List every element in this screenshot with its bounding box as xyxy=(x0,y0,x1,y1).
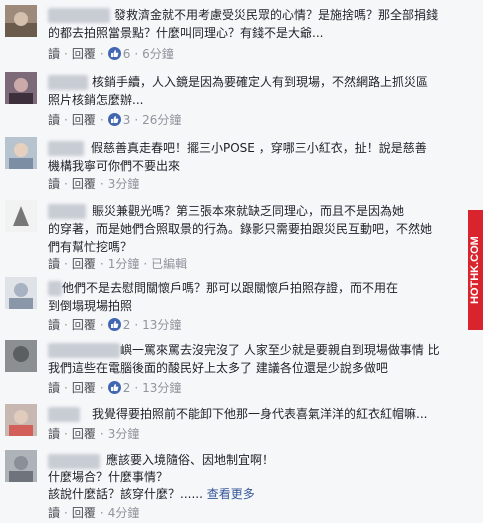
timestamp[interactable]: 13分鐘 xyxy=(142,380,181,396)
commenter-name-blurred[interactable] xyxy=(48,8,110,23)
like-link[interactable]: 讀 xyxy=(48,317,60,333)
comment-meta: 讀 · 回覆 · 6 · 6分鐘 xyxy=(48,46,174,62)
comment-2: 核銷手續，人入鏡是因為要確定人有到現場，不然網路上抓災區 照片核銷怎麼辦... … xyxy=(0,68,468,132)
comment-meta: 讀 · 回覆 · 1分鐘 · 已編輯 xyxy=(48,256,188,272)
see-more-link[interactable]: 查看更多 xyxy=(207,487,255,501)
commenter-name-blurred[interactable] xyxy=(48,204,86,219)
comment-text-line: 照片核銷怎麼辦... xyxy=(48,93,144,107)
comment-text-line: 我們這些在電腦後面的酸民好上太多了 建議各位還是少說多做吧 xyxy=(48,361,388,375)
like-link[interactable]: 讀 xyxy=(48,505,60,521)
comment-3: 假慈善真走春吧！擺三小POSE ，穿哪三小紅衣，扯！說是慈善 機構我寧可你們不要… xyxy=(0,132,468,194)
timestamp[interactable]: 3分鐘 xyxy=(108,426,140,442)
comment-text-line: 發救濟金就不用考慮受災民眾的心情？是施捨嗎？那全部捐錢 xyxy=(114,8,439,22)
avatar[interactable] xyxy=(5,277,37,309)
timestamp[interactable]: 1分鐘 xyxy=(108,256,140,272)
reply-link[interactable]: 回覆 xyxy=(72,426,96,442)
comment-text-line: 該說什麼話？該穿什麼？...... 查看更多 xyxy=(48,485,255,503)
commenter-name-blurred[interactable] xyxy=(48,141,84,156)
timestamp[interactable]: 4分鐘 xyxy=(108,505,140,521)
like-link[interactable]: 讀 xyxy=(48,176,60,192)
reply-link[interactable]: 回覆 xyxy=(72,256,96,272)
like-count[interactable]: 2 xyxy=(123,317,131,333)
comment-meta: 讀 · 回覆 · 2 · 13分鐘 xyxy=(48,380,182,396)
comment-text-line: 到倒塌現場拍照 xyxy=(48,299,133,313)
like-count[interactable]: 3 xyxy=(123,112,131,128)
comment-meta: 讀 · 回覆 · 3分鐘 xyxy=(48,176,140,192)
avatar[interactable] xyxy=(5,72,37,104)
like-link[interactable]: 讀 xyxy=(48,46,60,62)
commenter-name-blurred[interactable] xyxy=(48,343,120,358)
avatar[interactable] xyxy=(5,450,37,482)
like-link[interactable]: 讀 xyxy=(48,426,60,442)
like-link[interactable]: 讀 xyxy=(48,380,60,396)
watermark-text: HOTHK.COM xyxy=(469,236,481,304)
comment-4: 賑災兼觀光嗎？第三張本來就缺乏同理心，而且不是因為她 的穿著，而是她們合照取景的… xyxy=(0,194,468,272)
timestamp[interactable]: 13分鐘 xyxy=(142,317,181,333)
comment-text-segment: 該說什麼話？該穿什麼？...... xyxy=(48,487,203,501)
commenter-name-blurred[interactable] xyxy=(48,454,100,469)
thumbs-up-icon xyxy=(107,113,121,126)
comment-text-line: 什麼場合？什麼事情？ xyxy=(48,470,169,484)
watermark-banner: HOTHK.COM xyxy=(468,210,483,330)
like-link[interactable]: 讀 xyxy=(48,112,60,128)
comment-text-line: 他們不是去慰問關懷戶嗎？那可以跟關懷戶拍照存證，而不用在 xyxy=(62,281,399,295)
comment-text-line: 我覺得要拍照前不能卸下他那一身代表喜氣洋洋的紅衣紅帽嘛... xyxy=(92,407,428,421)
comment-text-line: 應該要入境隨俗、因地制宜啊！ xyxy=(106,453,275,467)
avatar[interactable] xyxy=(5,340,37,372)
comment-text-line: 的都去拍照當景點？什麼叫同理心？有錢不是大爺... xyxy=(48,26,324,40)
avatar[interactable] xyxy=(5,5,37,37)
timestamp[interactable]: 3分鐘 xyxy=(108,176,140,192)
comment-5: 他們不是去慰問關懷戶嗎？那可以跟關懷戶拍照存證，而不用在 到倒塌現場拍照 讀 · 回… xyxy=(0,272,468,336)
comment-8: 應該要入境隨俗、因地制宜啊！ 什麼場合？什麼事情？ 該說什麼話？該穿什麼？...… xyxy=(0,446,468,523)
like-count[interactable]: 2 xyxy=(123,380,131,396)
like-link[interactable]: 讀 xyxy=(48,256,60,272)
timestamp[interactable]: 6分鐘 xyxy=(142,46,174,62)
comment-list: 發救濟金就不用考慮受災民眾的心情？是施捨嗎？那全部捐錢 的都去拍照當景點？什麼叫… xyxy=(0,0,483,523)
reply-link[interactable]: 回覆 xyxy=(72,505,96,521)
comment-meta: 讀 · 回覆 · 4分鐘 xyxy=(48,505,140,521)
reply-link[interactable]: 回覆 xyxy=(72,176,96,192)
comment-meta: 讀 · 回覆 · 2 · 13分鐘 xyxy=(48,317,182,333)
commenter-name-blurred[interactable] xyxy=(48,75,88,90)
thumbs-up-icon xyxy=(107,381,121,394)
avatar[interactable] xyxy=(5,137,37,169)
timestamp[interactable]: 26分鐘 xyxy=(142,112,181,128)
thumbs-up-icon xyxy=(107,318,121,331)
comment-6: 嶼一罵來罵去沒完沒了 人家至少就是要親自到現場做事情 比 我們這些在電腦後面的酸… xyxy=(0,336,468,400)
reply-link[interactable]: 回覆 xyxy=(72,112,96,128)
like-count[interactable]: 6 xyxy=(123,46,131,62)
comment-7: 我覺得要拍照前不能卸下他那一身代表喜氣洋洋的紅衣紅帽嘛... 讀 · 回覆 · 3分鐘 xyxy=(0,400,468,446)
comment-text-line: 機構我寧可你們不要出來 xyxy=(48,159,181,173)
comment-meta: 讀 · 回覆 · 3分鐘 xyxy=(48,426,140,442)
comment-meta: 讀 · 回覆 · 3 · 26分鐘 xyxy=(48,112,182,128)
comment-1: 發救濟金就不用考慮受災民眾的心情？是施捨嗎？那全部捐錢 的都去拍照當景點？什麼叫… xyxy=(0,0,468,70)
commenter-name-blurred[interactable] xyxy=(48,281,62,296)
reply-link[interactable]: 回覆 xyxy=(72,380,96,396)
avatar[interactable] xyxy=(5,404,37,436)
reply-link[interactable]: 回覆 xyxy=(72,317,96,333)
avatar[interactable] xyxy=(5,200,37,232)
comment-text-line: 賑災兼觀光嗎？第三張本來就缺乏同理心，而且不是因為她 xyxy=(92,204,405,218)
commenter-name-blurred[interactable] xyxy=(48,407,80,422)
reply-link[interactable]: 回覆 xyxy=(72,46,96,62)
comment-text-line: 的穿著，而是她們合照取景的行為。錄影只需要拍跟災民互動吧，不然她 xyxy=(48,222,433,236)
comment-text-line: 們有幫忙挖嗎？ xyxy=(48,240,133,254)
comment-text-line: 核銷手續，人入鏡是因為要確定人有到現場，不然網路上抓災區 xyxy=(92,75,429,89)
edited-label[interactable]: 已編輯 xyxy=(151,256,187,272)
comment-text-line: 嶼一罵來罵去沒完沒了 人家至少就是要親自到現場做事情 比 xyxy=(120,343,440,357)
thumbs-up-icon xyxy=(107,47,121,60)
comment-text-line: 假慈善真走春吧！擺三小POSE ，穿哪三小紅衣，扯！說是慈善 xyxy=(91,141,427,155)
